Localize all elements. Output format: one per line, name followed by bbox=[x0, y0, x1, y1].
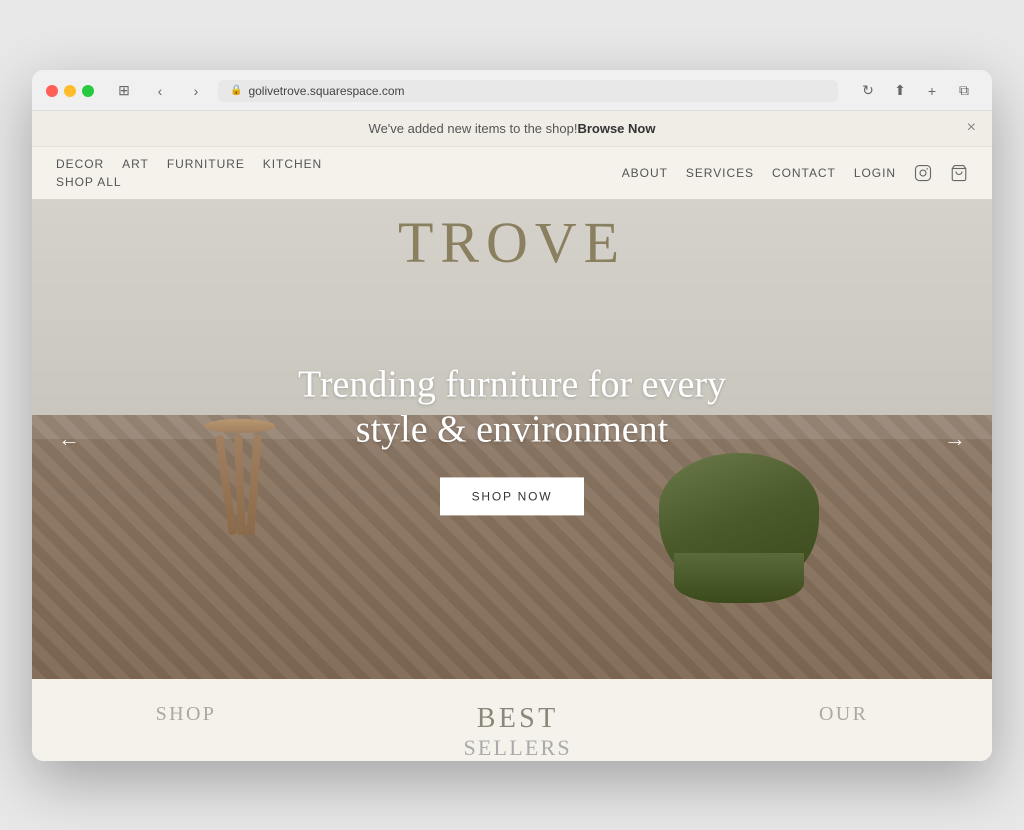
chair-seat bbox=[674, 553, 804, 603]
browse-now-link[interactable]: Browse Now bbox=[577, 121, 655, 136]
shop-now-button[interactable]: SHOP NOW bbox=[440, 477, 585, 515]
hero-prev-button[interactable]: ← bbox=[48, 416, 90, 462]
stool-leg-3 bbox=[246, 434, 261, 534]
below-hero-section: SHOP BEST SELLERS OUR bbox=[32, 679, 992, 761]
brand-title: TROVE bbox=[398, 209, 626, 276]
bestsellers-title-line2: SELLERS bbox=[463, 735, 571, 761]
nav-contact[interactable]: CONTACT bbox=[772, 166, 836, 180]
website: We've added new items to the shop! Brows… bbox=[32, 111, 992, 761]
browser-window: ⊞ ‹ › 🔒 golivetrove.squarespace.com ↻ ⬆ … bbox=[32, 70, 992, 761]
nav-shop-all[interactable]: SHOP ALL bbox=[56, 175, 122, 189]
below-hero-bestsellers: BEST SELLERS bbox=[463, 703, 571, 761]
close-button[interactable] bbox=[46, 85, 58, 97]
nav-kitchen[interactable]: KITCHEN bbox=[263, 157, 322, 171]
forward-button[interactable]: › bbox=[182, 80, 210, 102]
share-button[interactable]: ⬆ bbox=[886, 80, 914, 102]
hero-headline: Trending furniture for every style & env… bbox=[262, 362, 762, 453]
new-tab-button[interactable]: + bbox=[918, 80, 946, 102]
nav-services[interactable]: SERVICES bbox=[686, 166, 754, 180]
stool-leg-2 bbox=[234, 434, 245, 534]
traffic-lights bbox=[46, 85, 94, 97]
stool-leg-1 bbox=[215, 434, 237, 534]
browser-chrome: ⊞ ‹ › 🔒 golivetrove.squarespace.com ↻ ⬆ … bbox=[32, 70, 992, 111]
nav-about[interactable]: ABOUT bbox=[622, 166, 668, 180]
hero-section: TROVE Trending furniture for every style… bbox=[32, 199, 992, 679]
nav-art[interactable]: ART bbox=[122, 157, 149, 171]
cart-icon[interactable] bbox=[950, 164, 968, 182]
nav-row-2: SHOP ALL bbox=[56, 175, 322, 189]
reload-button[interactable]: ↻ bbox=[854, 80, 882, 102]
nav-row-1: DECOR ART FURNITURE KITCHEN bbox=[56, 157, 322, 171]
below-hero-our: OUR bbox=[819, 703, 868, 761]
url-text: golivetrove.squarespace.com bbox=[248, 84, 404, 98]
nav-login[interactable]: LOGIN bbox=[854, 166, 896, 180]
back-button[interactable]: ‹ bbox=[146, 80, 174, 102]
instagram-icon[interactable] bbox=[914, 164, 932, 182]
main-nav: DECOR ART FURNITURE KITCHEN SHOP ALL ABO… bbox=[32, 147, 992, 199]
hero-next-button[interactable]: → bbox=[934, 416, 976, 462]
announcement-bar: We've added new items to the shop! Brows… bbox=[32, 111, 992, 147]
lock-icon: 🔒 bbox=[230, 85, 242, 96]
browser-actions: ↻ ⬆ + ⧉ bbox=[854, 80, 978, 102]
below-hero-shop: SHOP bbox=[156, 703, 217, 761]
hero-content: Trending furniture for every style & env… bbox=[262, 362, 762, 515]
nav-left: DECOR ART FURNITURE KITCHEN SHOP ALL bbox=[56, 157, 322, 189]
sidebar-toggle-button[interactable]: ⊞ bbox=[110, 80, 138, 102]
maximize-button[interactable] bbox=[82, 85, 94, 97]
minimize-button[interactable] bbox=[64, 85, 76, 97]
bestsellers-title-line1: BEST bbox=[463, 703, 571, 735]
announcement-text: We've added new items to the shop! bbox=[369, 121, 578, 136]
nav-right: ABOUT SERVICES CONTACT LOGIN bbox=[622, 164, 968, 182]
nav-furniture[interactable]: FURNITURE bbox=[167, 157, 245, 171]
nav-decor[interactable]: DECOR bbox=[56, 157, 104, 171]
address-bar[interactable]: 🔒 golivetrove.squarespace.com bbox=[218, 80, 838, 102]
duplicate-button[interactable]: ⧉ bbox=[950, 80, 978, 102]
announcement-close-button[interactable]: × bbox=[967, 119, 976, 137]
